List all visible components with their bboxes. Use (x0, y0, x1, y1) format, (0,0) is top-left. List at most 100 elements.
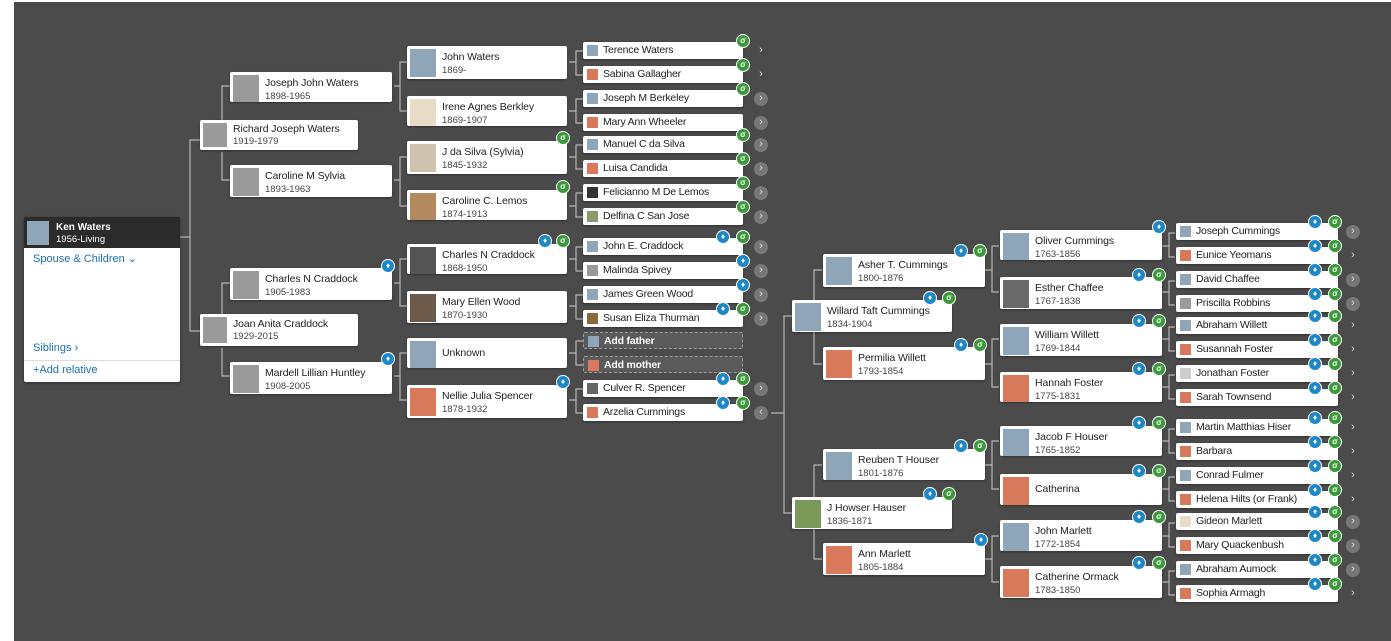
siblings-link[interactable]: Siblings › (33, 342, 78, 354)
chevron-right-icon[interactable]: › (754, 210, 768, 224)
leaf-hint-icon[interactable]: σ (736, 34, 750, 48)
leaf-hint-icon[interactable]: σ (1328, 333, 1342, 347)
person-card-caroline-m-sylvia[interactable]: Caroline M Sylvia 1893-1963 (230, 165, 392, 197)
person-card-nellie-julia-spencer[interactable]: Nellie Julia Spencer 1878-1932 (407, 385, 567, 418)
record-hint-icon[interactable]: ♦ (1308, 263, 1322, 277)
person-card-asher-t-cummings[interactable]: Asher T. Cummings 1800-1876 (823, 254, 985, 287)
record-hint-icon[interactable]: ♦ (716, 230, 730, 244)
record-hint-icon[interactable]: ♦ (1308, 529, 1322, 543)
chevron-right-icon[interactable]: › (1346, 249, 1360, 263)
person-card-catherine-ormack[interactable]: Catherine Ormack 1783-1850 (1000, 566, 1162, 598)
record-hint-icon[interactable]: ♦ (954, 244, 968, 258)
record-hint-icon[interactable]: ♦ (1132, 314, 1146, 328)
person-card-irene-agnes-berkley[interactable]: Irene Agnes Berkley 1869-1907 (407, 96, 567, 126)
person-card-john-marlett[interactable]: John Marlett 1772-1854 (1000, 520, 1162, 551)
person-card-joan-anita-craddock[interactable]: Joan Anita Craddock 1929-2015 (200, 314, 358, 346)
record-hint-icon[interactable]: ♦ (1308, 577, 1322, 591)
chevron-right-icon[interactable]: › (1346, 445, 1360, 459)
spouse-children-link[interactable]: Spouse & Children ⌄ (33, 252, 137, 265)
chevron-right-icon[interactable]: › (1346, 493, 1360, 507)
chevron-right-icon[interactable]: › (754, 186, 768, 200)
record-hint-icon[interactable]: ♦ (1132, 556, 1146, 570)
record-hint-icon[interactable]: ♦ (1308, 381, 1322, 395)
record-hint-icon[interactable]: ♦ (1308, 505, 1322, 519)
person-card-ann-marlett[interactable]: Ann Marlett 1805-1884 (823, 543, 985, 575)
chevron-right-icon[interactable]: › (1346, 225, 1360, 239)
leaf-hint-icon[interactable]: σ (1152, 510, 1166, 524)
leaf-hint-icon[interactable]: σ (1152, 268, 1166, 282)
chevron-right-icon[interactable]: › (1346, 297, 1360, 311)
record-hint-icon[interactable]: ♦ (1308, 357, 1322, 371)
record-hint-icon[interactable]: ♦ (1308, 435, 1322, 449)
chevron-right-icon[interactable]: › (754, 116, 768, 130)
person-card-charles-n-craddock-1868[interactable]: Charles N Craddock 1868-1950 (407, 244, 567, 274)
chevron-right-icon[interactable]: › (754, 68, 768, 82)
chevron-right-icon[interactable]: › (754, 264, 768, 278)
person-card-james-green-wood[interactable]: James Green Wood (583, 286, 743, 303)
record-hint-icon[interactable]: ♦ (1308, 333, 1322, 347)
chevron-right-icon[interactable]: › (754, 288, 768, 302)
record-hint-icon[interactable]: ♦ (736, 278, 750, 292)
record-hint-icon[interactable]: ♦ (923, 487, 937, 501)
leaf-hint-icon[interactable]: σ (736, 230, 750, 244)
record-hint-icon[interactable]: ♦ (954, 338, 968, 352)
person-card-richard-joseph-waters[interactable]: Richard Joseph Waters 1919-1979 (200, 120, 358, 150)
record-hint-icon[interactable]: ♦ (1308, 287, 1322, 301)
person-card-jacob-f-houser[interactable]: Jacob F Houser 1765-1852 (1000, 426, 1162, 456)
leaf-hint-icon[interactable]: σ (736, 58, 750, 72)
leaf-hint-icon[interactable]: σ (736, 82, 750, 96)
chevron-right-icon[interactable]: › (1346, 391, 1360, 405)
leaf-hint-icon[interactable]: σ (1152, 556, 1166, 570)
person-card-felicianno-m-de-lemos[interactable]: Felicianno M De Lemos (583, 184, 743, 201)
leaf-hint-icon[interactable]: σ (736, 200, 750, 214)
leaf-hint-icon[interactable]: σ (1328, 239, 1342, 253)
record-hint-icon[interactable]: ♦ (1308, 553, 1322, 567)
person-card-hannah-foster[interactable]: Hannah Foster 1775-1831 (1000, 372, 1162, 402)
record-hint-icon[interactable]: ♦ (1308, 483, 1322, 497)
home-person-card[interactable]: Ken Waters 1956-Living Spouse & Children… (24, 217, 180, 382)
record-hint-icon[interactable]: ♦ (1132, 510, 1146, 524)
leaf-hint-icon[interactable]: σ (736, 396, 750, 410)
leaf-hint-icon[interactable]: σ (942, 291, 956, 305)
record-hint-icon[interactable]: ♦ (1152, 220, 1166, 234)
chevron-left-icon[interactable]: ‹ (754, 406, 768, 420)
add-father-button[interactable]: Add father (583, 332, 743, 349)
person-card-luisa-candida[interactable]: Luisa Candida (583, 160, 743, 177)
chevron-right-icon[interactable]: › (754, 312, 768, 326)
person-card-unknown[interactable]: Unknown (407, 338, 567, 368)
record-hint-icon[interactable]: ♦ (1308, 411, 1322, 425)
person-card-delfina-c-san-jose[interactable]: Delfina C San Jose (583, 208, 743, 225)
chevron-right-icon[interactable]: › (1346, 273, 1360, 287)
chevron-right-icon[interactable]: › (1346, 563, 1360, 577)
chevron-right-icon[interactable]: › (1346, 587, 1360, 601)
chevron-right-icon[interactable]: › (1346, 539, 1360, 553)
leaf-hint-icon[interactable]: σ (1152, 464, 1166, 478)
leaf-hint-icon[interactable]: σ (942, 487, 956, 501)
record-hint-icon[interactable]: ♦ (716, 396, 730, 410)
person-card-john-waters[interactable]: John Waters 1869- (407, 46, 567, 79)
leaf-hint-icon[interactable]: σ (973, 439, 987, 453)
chevron-right-icon[interactable]: › (754, 240, 768, 254)
record-hint-icon[interactable]: ♦ (381, 259, 395, 273)
leaf-hint-icon[interactable]: σ (736, 372, 750, 386)
leaf-hint-icon[interactable]: σ (1328, 483, 1342, 497)
leaf-hint-icon[interactable]: σ (736, 152, 750, 166)
record-hint-icon[interactable]: ♦ (1132, 416, 1146, 430)
leaf-hint-icon[interactable]: σ (1328, 435, 1342, 449)
person-card-oliver-cummings[interactable]: Oliver Cummings 1763-1856 (1000, 230, 1162, 260)
record-hint-icon[interactable]: ♦ (1308, 215, 1322, 229)
person-card-mardell-lillian-huntley[interactable]: Mardell Lillian Huntley 1908-2005 (230, 362, 392, 394)
leaf-hint-icon[interactable]: σ (1328, 553, 1342, 567)
record-hint-icon[interactable]: ♦ (974, 533, 988, 547)
chevron-right-icon[interactable]: › (1346, 515, 1360, 529)
leaf-hint-icon[interactable]: σ (1328, 459, 1342, 473)
leaf-hint-icon[interactable]: σ (1152, 314, 1166, 328)
person-card-j-howser-hauser[interactable]: J Howser Hauser 1836-1871 (792, 497, 952, 529)
person-card-sabina-gallagher[interactable]: Sabina Gallagher (583, 66, 743, 83)
leaf-hint-icon[interactable]: σ (556, 131, 570, 145)
person-card-joseph-m-berkeley[interactable]: Joseph M Berkeley (583, 90, 743, 107)
leaf-hint-icon[interactable]: σ (1328, 577, 1342, 591)
record-hint-icon[interactable]: ♦ (1308, 239, 1322, 253)
chevron-right-icon[interactable]: › (754, 382, 768, 396)
record-hint-icon[interactable]: ♦ (1132, 268, 1146, 282)
